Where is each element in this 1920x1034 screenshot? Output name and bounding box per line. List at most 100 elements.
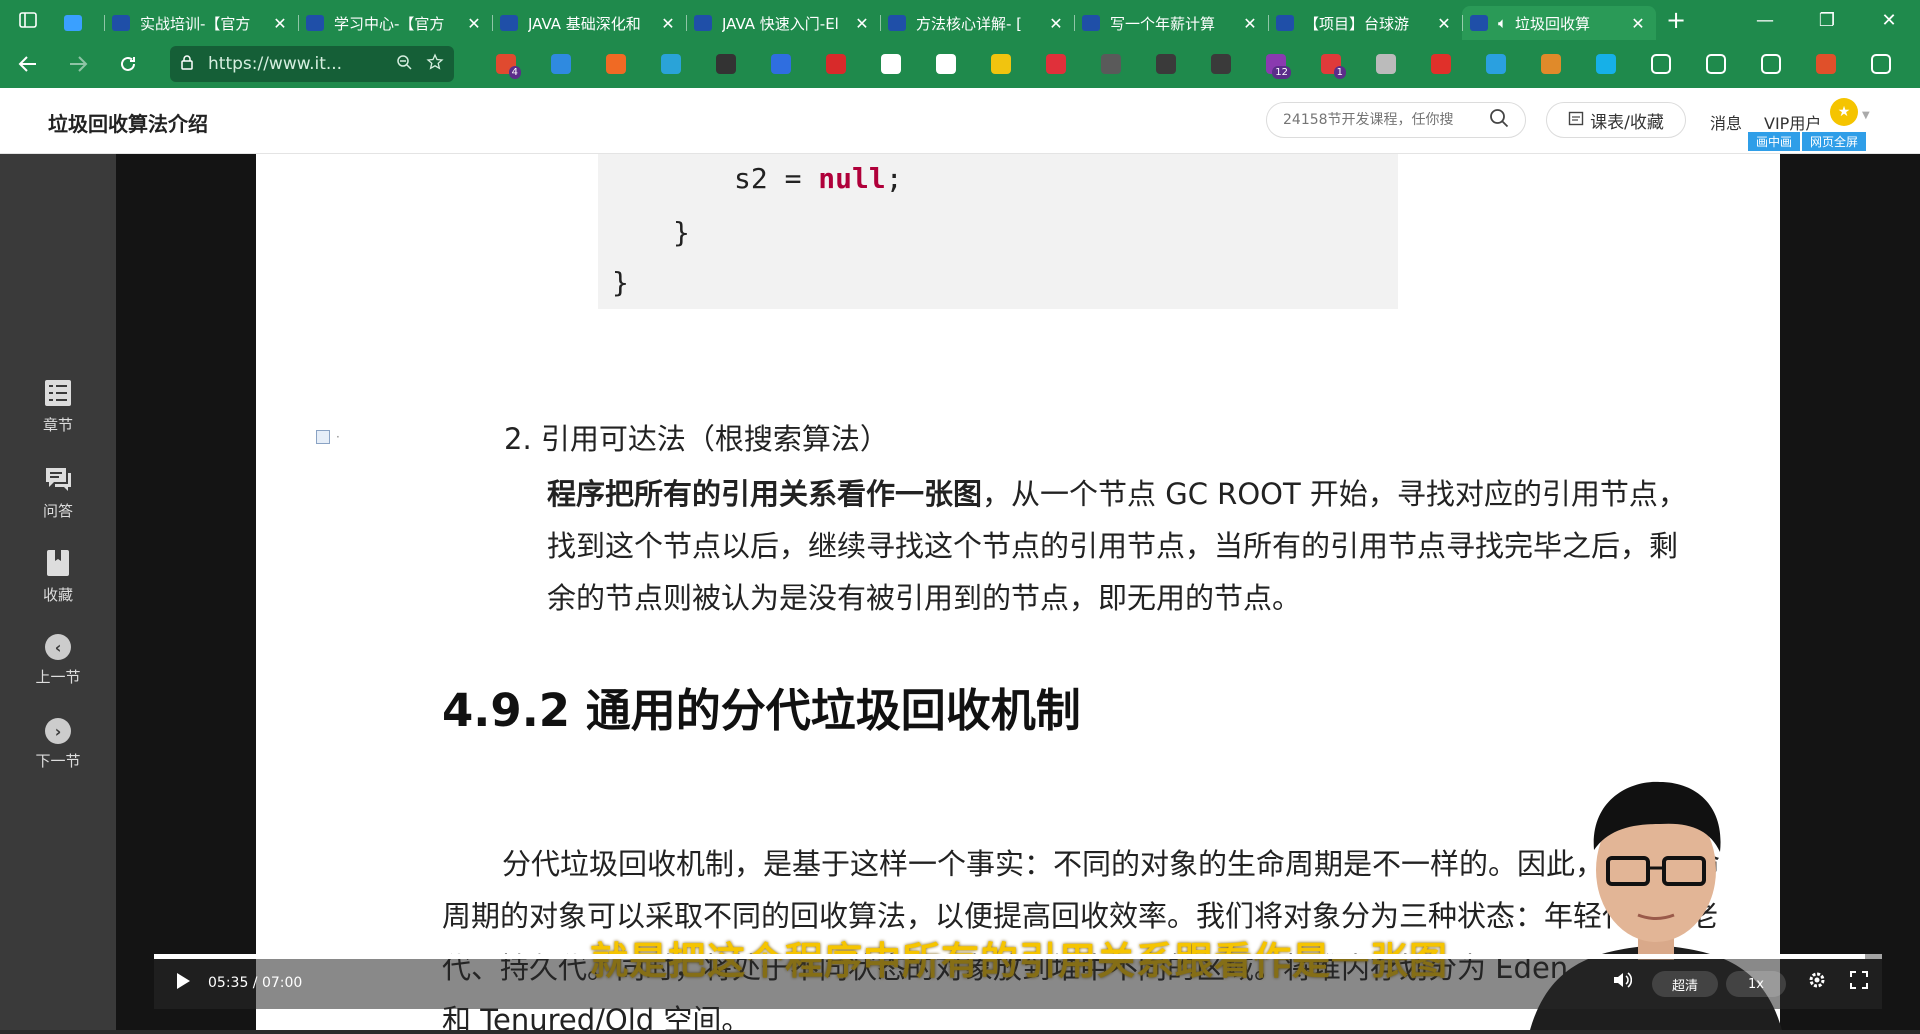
extension-badge: 4: [508, 66, 521, 79]
site-favicon-icon: [500, 15, 518, 31]
close-icon[interactable]: ✕: [270, 14, 290, 33]
extension-11-icon[interactable]: [1028, 46, 1083, 82]
extension-3-icon[interactable]: [588, 46, 643, 82]
address-bar[interactable]: https://www.it...: [170, 46, 454, 82]
profile-icon[interactable]: [1798, 46, 1853, 82]
extension-9-icon[interactable]: [918, 46, 973, 82]
refresh-icon[interactable]: [106, 42, 150, 86]
play-icon[interactable]: [174, 971, 200, 997]
site-favicon-icon: [1082, 15, 1100, 31]
course-search[interactable]: [1266, 102, 1526, 138]
close-icon[interactable]: ✕: [658, 14, 678, 33]
gear-icon[interactable]: [1808, 971, 1826, 994]
search-icon[interactable]: [1489, 108, 1509, 133]
browser-tab[interactable]: 实战培训-【官方 ✕: [104, 6, 298, 40]
calendar-icon: [1568, 110, 1584, 131]
fullscreen-icon[interactable]: [1850, 971, 1868, 994]
document-icon: [316, 430, 330, 444]
browser-tab-strip: 实战培训-【官方 ✕ 学习中心-【官方 ✕ JAVA 基础深化和 ✕ JAVA 快速入门-E…: [0, 0, 1920, 40]
speaker-icon[interactable]: 🔈︎: [1498, 14, 1507, 32]
tab-actions-icon[interactable]: [0, 0, 56, 40]
browser-tab[interactable]: 学习中心-【官方 ✕: [298, 6, 492, 40]
browser-tab[interactable]: 方法核心详解- [ ✕: [880, 6, 1074, 40]
web-fullscreen-button[interactable]: 网页全屏: [1802, 132, 1867, 151]
more-menu-icon[interactable]: [1853, 46, 1908, 82]
sidebar-item-label: 问答: [42, 502, 73, 520]
vip-medal-icon: ★: [1830, 98, 1858, 126]
browser-tab[interactable]: 写一个年薪计算 ✕: [1074, 6, 1268, 40]
site-favicon-icon: [112, 15, 130, 31]
course-sidebar: 章节 问答 收藏 ‹ 上一节 › 下一节: [0, 154, 116, 1030]
restore-button[interactable]: ❐: [1796, 0, 1858, 40]
close-icon[interactable]: ✕: [1240, 14, 1260, 33]
extension-10-icon[interactable]: [973, 46, 1028, 82]
sidebar-item-bookmarks[interactable]: 收藏: [0, 548, 116, 605]
close-window-button[interactable]: ✕: [1858, 0, 1920, 40]
sidebar-item-qa[interactable]: 问答: [0, 464, 116, 521]
messages-link[interactable]: 消息: [1710, 110, 1742, 134]
sidebar-item-label: 下一节: [35, 752, 81, 770]
close-icon[interactable]: ✕: [1628, 14, 1648, 33]
browser-tab[interactable]: 🔈︎ 垃圾回收算 ✕: [1462, 6, 1656, 40]
extension-15-icon[interactable]: 12: [1248, 46, 1303, 82]
extension-16-icon[interactable]: 1: [1303, 46, 1358, 82]
browser-tab[interactable]: JAVA 快速入门-El ✕: [686, 6, 880, 40]
extension-14-icon[interactable]: [1193, 46, 1248, 82]
extension-13-icon[interactable]: [1138, 46, 1193, 82]
site-favicon-icon: [306, 15, 324, 31]
extension-2-icon[interactable]: [533, 46, 588, 82]
zoom-out-icon[interactable]: [396, 54, 412, 74]
bookmark-icon: [43, 548, 73, 578]
code-line: s2 = null;: [734, 162, 903, 195]
volume-icon[interactable]: [1612, 971, 1633, 994]
speed-selector[interactable]: 1x: [1726, 971, 1786, 997]
tab-title: 写一个年薪计算: [1110, 14, 1216, 33]
extension-21-icon[interactable]: [1578, 46, 1633, 82]
extension-19-icon[interactable]: [1468, 46, 1523, 82]
list-item-heading: 2. 引用可达法（根搜索算法）: [504, 422, 889, 456]
extension-18-icon[interactable]: [1413, 46, 1468, 82]
close-icon[interactable]: ✕: [852, 14, 872, 33]
browser-tab[interactable]: JAVA 基础深化和 ✕: [492, 6, 686, 40]
site-header: 垃圾回收算法介绍 课表/收藏 消息 VIP用户 ★ ▼ 画中画 网页全屏: [0, 88, 1920, 154]
player-controls: 05:35 / 07:00 超清 1x: [154, 959, 1882, 1009]
extension-badge: 12: [1272, 66, 1291, 79]
vip-user-link[interactable]: VIP用户: [1764, 110, 1821, 134]
browser-tab[interactable]: [56, 6, 104, 40]
picture-in-picture-button[interactable]: 画中画: [1748, 132, 1801, 151]
url-text[interactable]: https://www.it...: [208, 54, 396, 74]
extensions-menu-icon[interactable]: [1633, 46, 1688, 82]
collections-icon[interactable]: [1743, 46, 1798, 82]
browser-tab[interactable]: 【项目】台球游 ✕: [1268, 6, 1462, 40]
tab-title: 方法核心详解- [: [916, 14, 1023, 33]
sidebar-item-next[interactable]: › 下一节: [0, 718, 116, 771]
favorites-icon[interactable]: [1688, 46, 1743, 82]
extension-5-icon[interactable]: [698, 46, 753, 82]
minimize-button[interactable]: —: [1734, 0, 1796, 40]
forward-arrow-icon[interactable]: [56, 42, 100, 86]
section-heading: 4.9.2 通用的分代垃圾回收机制: [442, 684, 1081, 737]
search-input[interactable]: [1283, 112, 1483, 128]
extension-8-icon[interactable]: [863, 46, 918, 82]
extension-1-icon[interactable]: 4: [478, 46, 533, 82]
extension-6-icon[interactable]: [753, 46, 808, 82]
sidebar-item-label: 章节: [42, 416, 73, 434]
close-icon[interactable]: ✕: [464, 14, 484, 33]
chevron-down-icon[interactable]: ▼: [1862, 110, 1870, 121]
add-favorite-icon[interactable]: [426, 52, 444, 76]
extension-20-icon[interactable]: [1523, 46, 1578, 82]
extension-17-icon[interactable]: [1358, 46, 1413, 82]
site-favicon-icon: [694, 15, 712, 31]
sidebar-item-previous[interactable]: ‹ 上一节: [0, 634, 116, 687]
new-tab-button[interactable]: +: [1656, 6, 1696, 34]
back-arrow-icon[interactable]: [6, 42, 50, 86]
extension-12-icon[interactable]: [1083, 46, 1138, 82]
course-schedule-button[interactable]: 课表/收藏: [1546, 102, 1686, 138]
close-icon[interactable]: ✕: [1434, 14, 1454, 33]
quality-selector[interactable]: 超清: [1652, 971, 1718, 997]
site-favicon-icon: [1276, 15, 1294, 31]
sidebar-item-chapters[interactable]: 章节: [0, 378, 116, 435]
adblock-extension-icon[interactable]: [808, 46, 863, 82]
extension-4-icon[interactable]: [643, 46, 698, 82]
close-icon[interactable]: ✕: [1046, 14, 1066, 33]
